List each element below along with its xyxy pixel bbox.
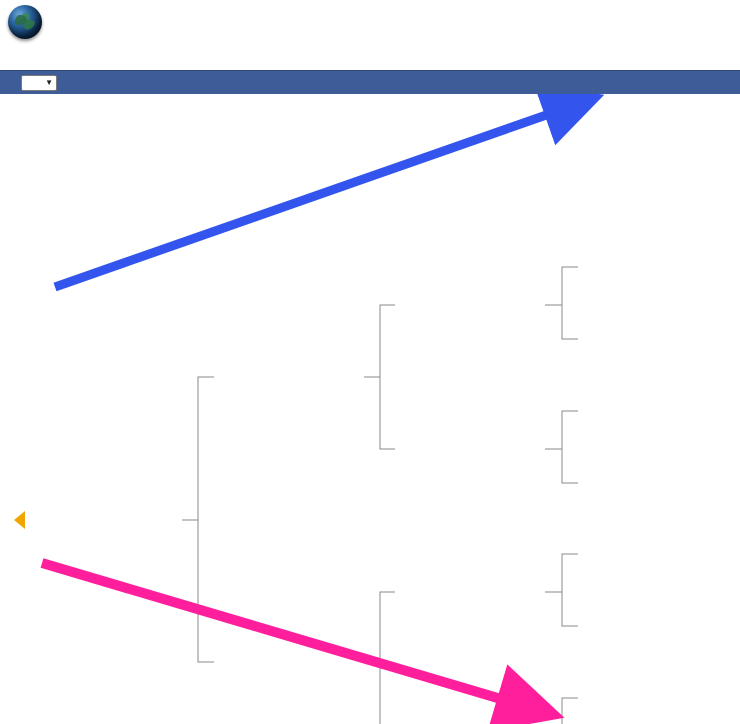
connector-lines [182, 266, 578, 724]
globe-icon [8, 5, 42, 39]
ancestor-chart [0, 94, 740, 724]
app-header [0, 0, 740, 44]
chevron-down-icon: ▼ [45, 78, 53, 87]
root-pointer-icon[interactable] [14, 511, 25, 529]
generations-select[interactable]: ▼ [21, 74, 57, 91]
main-tabbar [0, 44, 740, 70]
view-toolbar: ▼ [0, 70, 740, 94]
genealogy-app: ▼ [0, 0, 740, 724]
